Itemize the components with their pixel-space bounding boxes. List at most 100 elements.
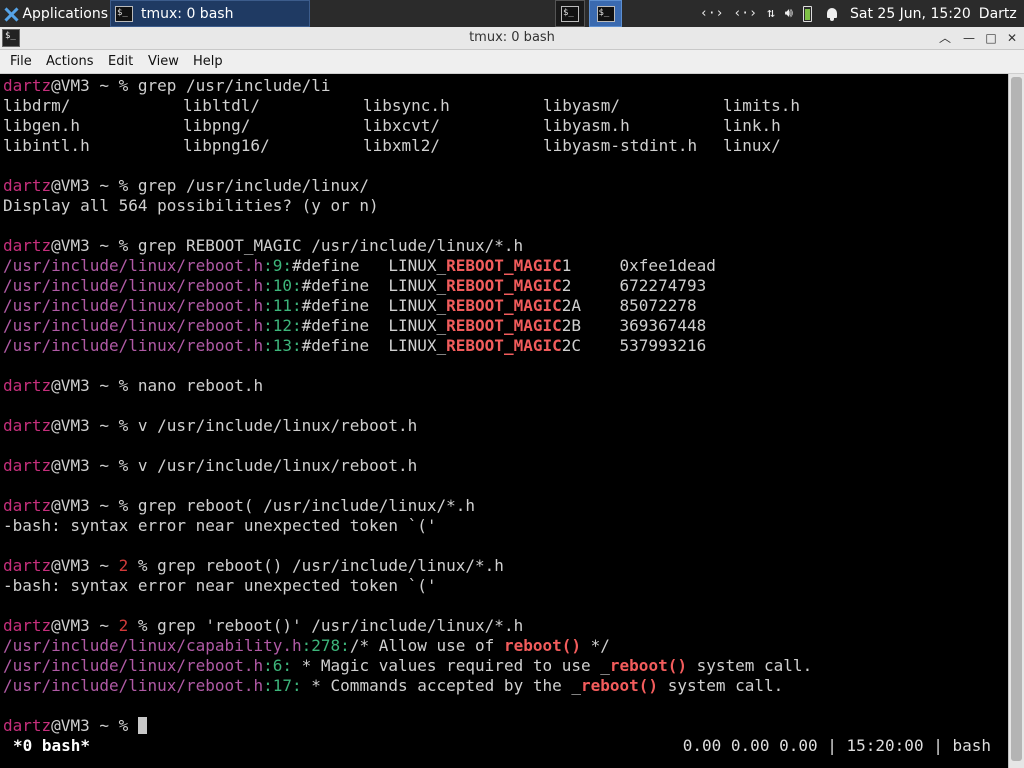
grep-result-line: /usr/include/linux/reboot.h:10:#define L… [3,276,707,295]
network-icon[interactable]: ‹·› [700,6,723,21]
result-text: system call. [658,676,784,695]
prompt-user: dartz [3,456,52,475]
result-text: * Commands accepted by the _ [301,676,581,695]
network-icon[interactable]: ‹·› [733,6,756,21]
completion-item: libltdl/ [183,96,261,115]
result-line-number: 17 [272,676,292,695]
prompt-host: @VM3 ~ [51,616,119,635]
command: % grep /usr/include/linux/ [118,176,370,195]
window-titlebar[interactable]: $_ tmux: 0 bash ︿ — □ ✕ [0,27,1024,50]
result-text: * Magic values required to use _ [292,656,610,675]
result-line-number: 10 [272,276,292,295]
completion-item: libxml2/ [363,136,441,155]
prompt-host: @VM3 ~ [51,416,119,435]
menu-help[interactable]: Help [193,54,223,69]
prompt-host: @VM3 ~ [51,236,119,255]
completion-item: libsync.h [363,96,450,115]
prompt-line: dartz@VM3 ~ % nano reboot.h [3,376,263,396]
result-text: system call. [686,656,813,675]
result-path: /usr/include/linux/reboot.h [3,316,264,335]
result-text: /* Allow use of [349,636,504,655]
prompt-user: dartz [3,496,52,515]
menu-file[interactable]: File [10,54,32,69]
result-text: 2 672274793 [561,276,707,295]
prompt-host: @VM3 ~ [51,556,119,575]
prompt-line: dartz@VM3 ~ % grep reboot( /usr/include/… [3,496,475,516]
battery-icon[interactable] [803,5,812,22]
result-match: reboot() [581,676,659,695]
tmux-window-list[interactable]: *0 bash* [13,736,90,756]
result-path: /usr/include/linux/reboot.h [3,656,264,675]
result-path: /usr/include/linux/reboot.h [3,676,264,695]
output-line: Display all 564 possibilities? (y or n) [3,196,379,215]
error-line: -bash: syntax error near unexpected toke… [3,516,437,535]
close-button[interactable]: ✕ [1002,28,1022,48]
minimize-button[interactable]: — [959,28,979,48]
command: % grep /usr/include/li [118,76,331,95]
system-tray: ‹·› ‹·› ⇅ 🔊︎ Sat 25 Jun, 15:20 Dartz [700,0,1024,27]
result-text: #define LINUX_ [301,296,447,315]
result-line-number: 11 [272,296,292,315]
menu-edit[interactable]: Edit [108,54,133,69]
prompt-line: dartz@VM3 ~ 2 % grep reboot() /usr/inclu… [3,556,504,576]
workspace-2[interactable]: $_ [589,0,622,27]
taskbar-button-terminal[interactable]: $_ tmux: 0 bash [110,0,310,27]
prompt-host: @VM3 ~ [51,176,119,195]
result-path: /usr/include/linux/reboot.h [3,336,264,355]
completion-item: libpng/ [183,116,251,135]
terminal-icon: $_ [561,5,579,22]
workspace-1[interactable]: $_ [555,0,585,27]
command: % nano reboot.h [118,376,264,395]
result-match: REBOOT_MAGIC [446,296,562,315]
result-match: REBOOT_MAGIC [446,276,562,295]
window-title: tmux: 0 bash [469,30,555,45]
notification-bell-icon[interactable] [826,7,838,21]
command: % grep 'reboot()' /usr/include/linux/*.h [137,616,524,635]
result-match: reboot() [609,656,687,675]
result-line-number: 9 [272,256,283,275]
result-path: /usr/include/linux/reboot.h [3,276,264,295]
tmux-status-right: 0.00 0.00 0.00 | 15:20:00 | bash [682,736,991,755]
result-line-number: 6 [272,656,283,675]
prompt-user: dartz [3,416,52,435]
text-cursor [137,717,147,734]
grep-result-line: /usr/include/linux/reboot.h:13:#define L… [3,336,707,355]
result-line-number: 12 [272,316,292,335]
scrollbar-thumb[interactable] [1011,77,1022,761]
completion-item: libxcvt/ [363,116,441,135]
terminal-scrollbar[interactable] [1008,74,1024,768]
completion-item: linux/ [723,136,781,155]
exit-code: 2 [118,556,129,575]
prompt-line: dartz@VM3 ~ 2 % grep 'reboot()' /usr/inc… [3,616,523,636]
grep-result-line: /usr/include/linux/capability.h:278:/* A… [3,636,610,655]
prompt-host: @VM3 ~ [51,76,119,95]
grep-result-line: /usr/include/linux/reboot.h:12:#define L… [3,316,707,335]
volume-icon[interactable]: 🔊︎ [785,6,793,21]
clock[interactable]: Sat 25 Jun, 15:20 [850,6,971,22]
maximize-button[interactable]: □ [981,28,1001,48]
applications-menu[interactable]: Applications [0,0,108,27]
result-text: #define LINUX_ [301,336,447,355]
prompt-host: @VM3 ~ [51,456,119,475]
terminal-output[interactable]: dartz@VM3 ~ % grep /usr/include/li libdr… [0,74,1008,768]
terminal-icon: $_ [115,5,133,22]
prompt-user: dartz [3,716,52,735]
result-text: 2B 369367448 [561,316,707,335]
completion-item: libyasm.h [543,116,630,135]
result-text: #define LINUX_ [301,276,447,295]
grep-result-line: /usr/include/linux/reboot.h:17: * Comman… [3,676,784,695]
command: % v /usr/include/linux/reboot.h [118,416,418,435]
shade-button[interactable]: ︿ [935,28,955,48]
completion-item: libintl.h [3,136,90,155]
menu-view[interactable]: View [148,54,179,69]
menu-actions[interactable]: Actions [46,54,94,69]
prompt-line: dartz@VM3 ~ % grep /usr/include/li [3,76,331,96]
transfer-icon[interactable]: ⇅ [767,6,775,21]
completion-item: libgen.h [3,116,81,135]
prompt-user: dartz [3,616,52,635]
command: % v /usr/include/linux/reboot.h [118,456,418,475]
user-menu[interactable]: Dartz [979,6,1017,22]
xfce-logo-icon [3,6,18,22]
prompt-line: dartz@VM3 ~ % v /usr/include/linux/reboo… [3,416,417,436]
completion-item: limits.h [723,96,801,115]
